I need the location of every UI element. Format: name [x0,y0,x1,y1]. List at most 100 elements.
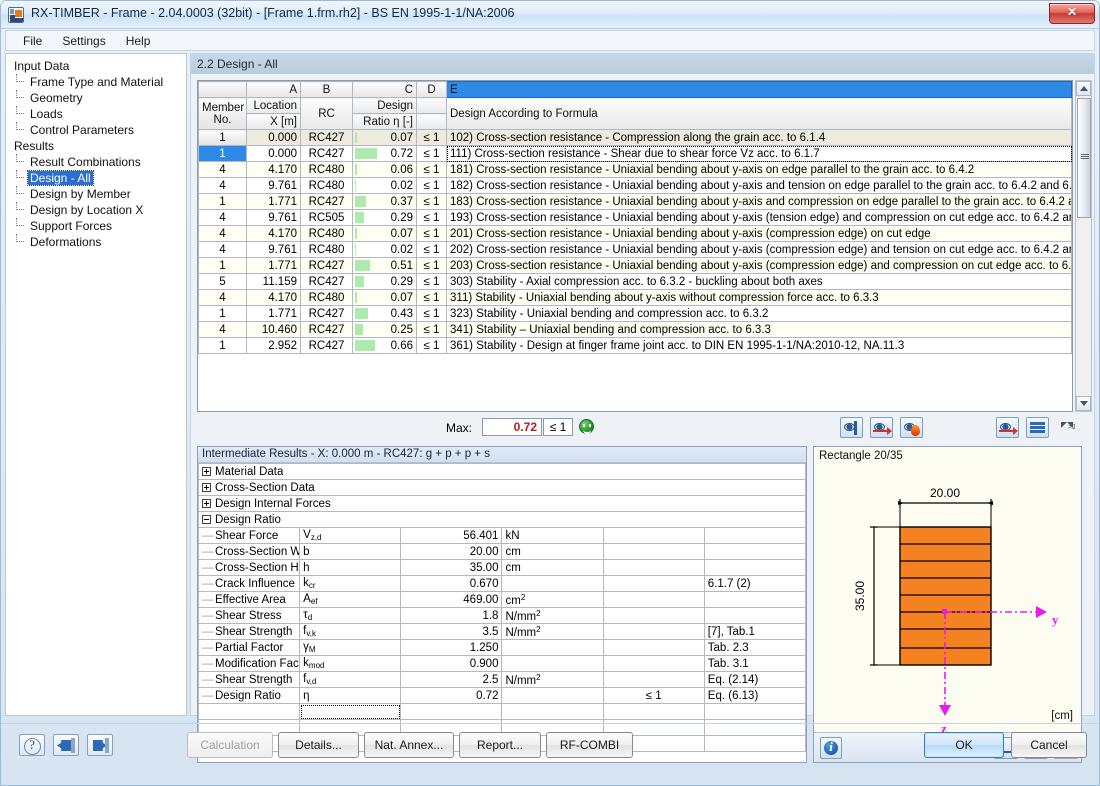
intermediate-row-limit[interactable] [602,527,705,544]
table-row[interactable]: 4 4.170 RC480 0.07 ≤ 1 311) Stability - Uniax… [198,289,1072,306]
blank-symbol[interactable] [299,703,402,720]
intermediate-row-symbol[interactable]: fv,d [299,671,402,688]
intermediate-row-value[interactable]: 56.401 [400,527,503,544]
cell-location[interactable]: 4.170 [246,289,301,306]
intermediate-row[interactable]: —Modification Factorkmod0.900 Tab. 3.1 [197,655,807,672]
intermediate-row-value[interactable]: 0.900 [400,655,503,672]
intermediate-row-symbol[interactable]: kmod [299,655,402,672]
intermediate-row-reference[interactable]: Tab. 3.1 [703,655,807,672]
cell-location[interactable]: 9.761 [246,209,301,226]
intermediate-row-label[interactable]: — Partial Factor [197,639,301,656]
previous-button[interactable] [53,734,79,756]
intermediate-row-unit[interactable] [501,655,604,672]
cell-rc[interactable]: RC427 [300,129,353,146]
cell-member-no[interactable]: 1 [198,337,247,354]
cell-rc[interactable]: RC427 [300,193,353,210]
table-row[interactable]: 1 1.771 RC427 0.51 ≤ 1 203) Cross-section res… [198,257,1072,274]
cell-rc[interactable]: RC427 [300,145,353,162]
cell-rc[interactable]: RC427 [300,305,353,322]
cell-rc[interactable]: RC427 [300,273,353,290]
blank-unit[interactable] [501,703,604,720]
cell-limit[interactable]: ≤ 1 [416,273,447,290]
intermediate-row-label[interactable]: — Shear Stress [197,607,301,624]
cell-member-no[interactable]: 1 [198,129,247,146]
table-row[interactable]: 4 9.761 RC480 0.02 ≤ 1 182) Cross-section res… [198,177,1072,194]
intermediate-row-reference[interactable]: Tab. 2.3 [703,639,807,656]
intermediate-group-row[interactable]: Cross-Section Data [198,479,806,496]
col-letter-d[interactable]: D [416,81,447,98]
intermediate-row[interactable]: — Design Ratio η 0.72 ≤ 1 Eq. (6.13) [197,687,807,704]
sidebar-item-loads[interactable]: Loads [12,106,186,122]
table-row[interactable]: 4 10.460 RC427 0.25 ≤ 1 341) Stability – Unia… [198,321,1072,338]
intermediate-row-unit[interactable]: N/mm2 [501,607,604,624]
cell-limit[interactable]: ≤ 1 [416,337,447,354]
cell-limit[interactable]: ≤ 1 [416,209,447,226]
intermediate-row-symbol[interactable]: Aef [299,591,402,608]
intermediate-row-reference[interactable]: Eq. (6.13) [703,687,807,704]
help-button[interactable]: ? [19,734,45,756]
cell-member-no[interactable]: 1 [198,193,247,210]
collapse-icon[interactable] [202,514,211,524]
intermediate-row-limit[interactable] [602,559,705,576]
intermediate-row-label[interactable]: — Shear Strength [197,623,301,640]
cell-rc[interactable]: RC480 [300,161,353,178]
intermediate-row-value[interactable]: 1.8 [400,607,503,624]
table-row[interactable]: 1 1.771 RC427 0.43 ≤ 1 323) Stability - Uniax… [198,305,1072,322]
filter-icon[interactable] [1056,417,1079,438]
cell-location[interactable]: 9.761 [246,177,301,194]
menu-help[interactable]: Help [117,32,160,50]
intermediate-row-value[interactable]: 0.670 [400,575,503,592]
cell-rc[interactable]: RC427 [300,337,353,354]
cell-limit[interactable]: ≤ 1 [416,241,447,258]
cell-limit[interactable]: ≤ 1 [416,129,447,146]
blank-label[interactable] [197,703,301,720]
rf-combi-button[interactable]: RF-COMBI [546,732,633,758]
cell-member-no[interactable]: 4 [198,289,247,306]
cell-description[interactable]: 182) Cross-section resistance - Uniaxial… [446,177,1072,194]
sidebar-item-support-forces[interactable]: Support Forces [12,218,186,234]
sidebar-item-design-by-member[interactable]: Design by Member [12,186,186,202]
cell-rc[interactable]: RC480 [300,225,353,242]
intermediate-row-unit[interactable] [501,687,604,704]
cell-location[interactable]: 4.170 [246,225,301,242]
intermediate-row-reference[interactable]: 6.1.7 (2) [703,575,807,592]
cell-description[interactable]: 201) Cross-section resistance - Uniaxial… [446,225,1072,242]
sidebar-item-design-all[interactable]: Design - All [12,170,186,186]
nat-annex-button[interactable]: Nat. Annex... [364,732,454,758]
cell-rc[interactable]: RC505 [300,209,353,226]
blank-value[interactable] [400,703,503,720]
intermediate-row-symbol[interactable]: fv,k [299,623,402,640]
intermediate-group-1[interactable]: Cross-Section Data [198,479,806,496]
cell-location[interactable]: 1.771 [246,257,301,274]
scroll-up-icon[interactable] [1076,81,1091,96]
cell-location[interactable]: 0.000 [246,145,301,162]
intermediate-row-limit[interactable] [602,575,705,592]
intermediate-row-reference[interactable] [703,591,807,608]
intermediate-group-0[interactable]: Material Data [198,463,806,480]
details-button[interactable]: Details... [278,732,359,758]
intermediate-row-symbol[interactable]: b [299,543,402,560]
cell-description[interactable]: 181) Cross-section resistance - Uniaxial… [446,161,1072,178]
sidebar-item-geometry[interactable]: Geometry [12,90,186,106]
sidebar-item-design-by-location-x[interactable]: Design by Location X [12,202,186,218]
intermediate-row[interactable]: — Shear Strength fv,k 3.5 N/mm2 [7], Tab.1 [197,623,807,640]
intermediate-group-row[interactable]: Design Ratio [198,511,806,528]
cell-design-ratio[interactable]: 0.07 [352,289,417,306]
intermediate-group-row[interactable]: Material Data [198,463,806,480]
cell-member-no[interactable]: 1 [198,305,247,322]
next-button[interactable] [87,734,113,756]
cell-description[interactable]: 323) Stability - Uniaxial bending and co… [446,305,1072,322]
table-row[interactable]: 1 0.000 RC427 0.72 ≤ 1 111) Cross-section res… [198,145,1072,162]
col-letter-b[interactable]: B [300,81,353,98]
col-letter-c[interactable]: C [352,81,417,98]
cell-design-ratio[interactable]: 0.66 [352,337,417,354]
cell-limit[interactable]: ≤ 1 [416,321,447,338]
cell-limit[interactable]: ≤ 1 [416,145,447,162]
cell-member-no[interactable]: 4 [198,209,247,226]
cell-limit[interactable]: ≤ 1 [416,257,447,274]
cell-rc[interactable]: RC480 [300,289,353,306]
cell-limit[interactable]: ≤ 1 [416,161,447,178]
intermediate-row-limit[interactable] [602,639,705,656]
cell-location[interactable]: 2.952 [246,337,301,354]
table-row[interactable]: 1 0.000 RC427 0.07 ≤ 1 102) Cross-section res… [198,129,1072,146]
